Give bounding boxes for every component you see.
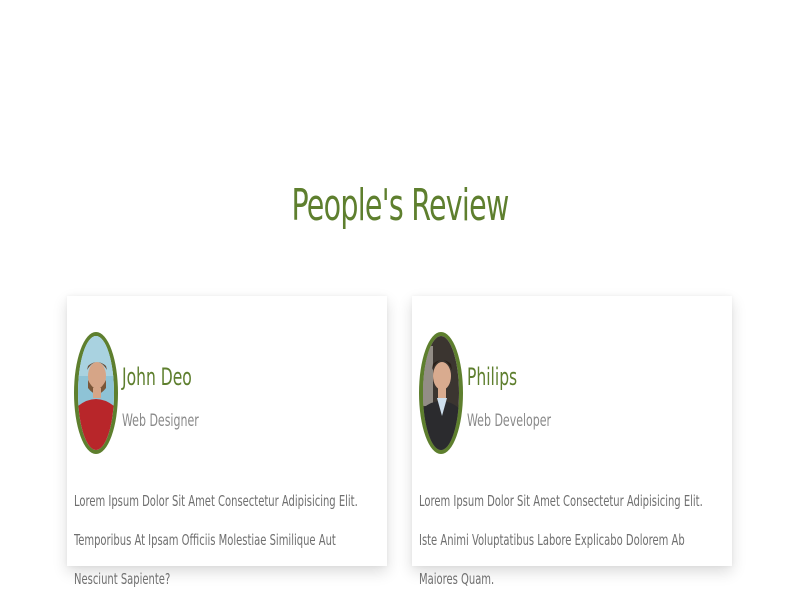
reviewer-name: Philips (467, 363, 518, 391)
review-card: Philips Web Developer Lorem Ipsum Dolor … (412, 296, 732, 588)
avatar (74, 332, 118, 454)
page: People's Review John Deo Web Designer Lo… (0, 0, 800, 600)
review-card: John Deo Web Designer Lorem Ipsum Dolor … (67, 296, 387, 588)
reviewer-role: Web Developer (467, 411, 552, 431)
section-title: People's Review (291, 180, 509, 231)
reviewer-name: John Deo (122, 363, 192, 391)
person-photo-icon (423, 336, 459, 450)
review-text: Lorem Ipsum Dolor Sit Amet Consectetur A… (74, 492, 358, 588)
reviewer-role: Web Designer (122, 411, 199, 431)
person-photo-icon (78, 336, 114, 450)
avatar (419, 332, 463, 454)
review-text: Lorem Ipsum Dolor Sit Amet Consectetur A… (419, 492, 703, 588)
